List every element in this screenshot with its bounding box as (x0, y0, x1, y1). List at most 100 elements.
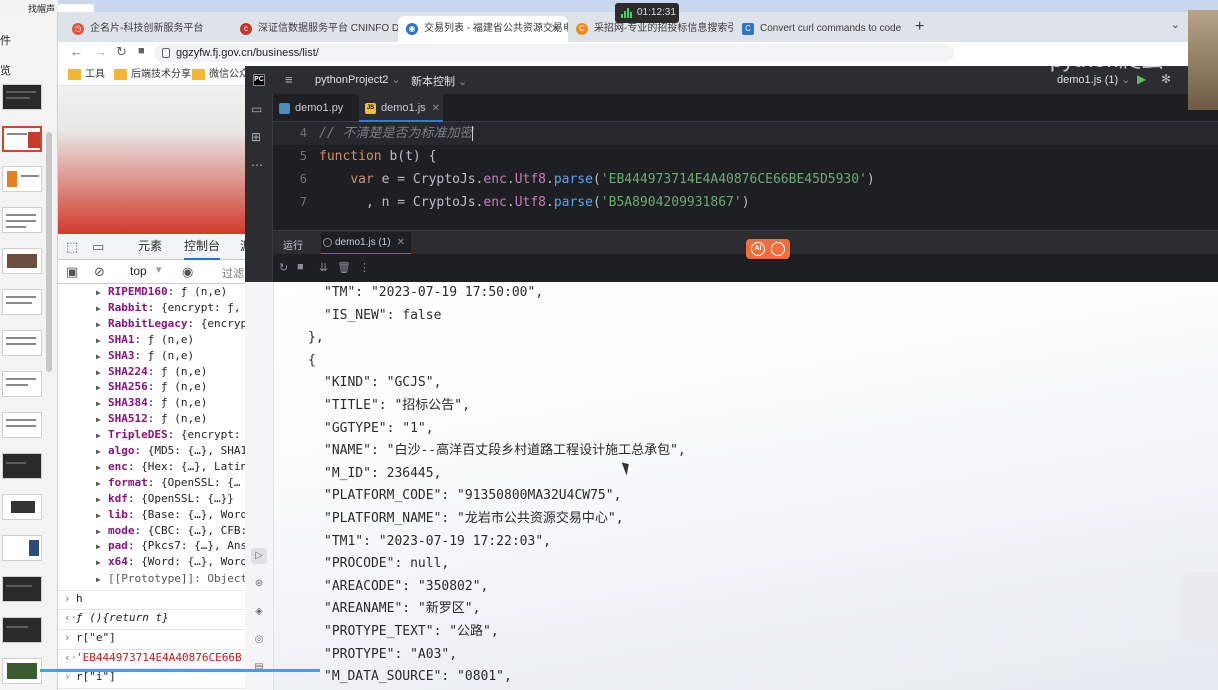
console-object-property[interactable]: ▶ x64: {Word: {…}, Word (96, 554, 247, 570)
clear-console-icon[interactable]: ⊘ (94, 264, 105, 280)
slide-thumbnail[interactable] (2, 207, 42, 233)
slide-thumbnail[interactable] (2, 248, 42, 274)
close-tab-icon[interactable]: ✕ (432, 103, 440, 114)
background-window-tab-2[interactable] (58, 4, 94, 12)
run-console-output[interactable]: "TM": "2023-07-19 17:50:00", "IS_NEW": fa… (274, 282, 1218, 690)
console-object-property[interactable]: ▶ lib: {Base: {…}, Word (96, 507, 247, 523)
bookmark-folder[interactable]: 工具 (68, 67, 105, 83)
slide-thumbnail[interactable] (2, 576, 42, 602)
slide-thumbnail-selected[interactable] (2, 126, 42, 152)
console-object-property[interactable]: ▶ kdf: {OpenSSL: {…}} (96, 491, 234, 507)
console-object-property[interactable]: ▶ Rabbit: {encrypt: ƒ, d (96, 300, 254, 316)
slide-thumbnail[interactable] (2, 289, 42, 315)
console-object-property[interactable]: ▶ enc: {Hex: {…}, Latin (96, 459, 247, 475)
console-object-property[interactable]: ▶ pad: {Pkcs7: {…}, Ans (96, 538, 247, 554)
project-selector[interactable]: pythonProject2 ⌄ (315, 73, 401, 86)
structure-icon[interactable]: ⊞ (251, 130, 261, 144)
more-icon[interactable]: ⋯ (251, 158, 263, 172)
main-menu-icon[interactable]: ≡ (285, 72, 293, 87)
console-object-property[interactable]: ▶ algo: {MD5: {…}, SHA1 (96, 443, 247, 459)
thumbnails-scrollbar[interactable] (46, 132, 52, 372)
console-object-property[interactable]: ▶ SHA224: ƒ (n,e) (96, 364, 207, 380)
expand-arrow-icon[interactable]: ▶ (96, 333, 108, 349)
console-object-property[interactable]: ▶ SHA256: ƒ (n,e) (96, 379, 207, 395)
tab-elements[interactable]: 元素 (138, 234, 162, 258)
expand-arrow-icon[interactable]: ▶ (96, 285, 108, 301)
layers-icon[interactable]: ◈ (251, 604, 267, 620)
folder-icon[interactable]: ▭ (251, 102, 262, 116)
browser-tab[interactable]: C Convert curl commands to code (734, 16, 904, 42)
trash-icon[interactable]: 🗑 (337, 261, 351, 274)
console-object-property[interactable]: ▶ format: {OpenSSL: {… (96, 475, 240, 491)
close-tab-icon[interactable]: ✕ (397, 237, 405, 248)
console-input[interactable]: › r["e"] (64, 630, 116, 646)
expand-arrow-icon[interactable]: ▶ (96, 428, 108, 444)
expand-arrow-icon[interactable]: ▶ (96, 539, 108, 555)
browser-tab[interactable]: ◷ 企名片-科技创新服务平台 (64, 16, 230, 42)
run-config-selector[interactable]: demo1.js (1) ⌄ (1057, 73, 1130, 86)
python-packages-icon[interactable]: ⊛ (251, 576, 267, 592)
tab-search-chevron-icon[interactable]: ⌄ (1171, 18, 1180, 31)
console-object-property[interactable]: ▶ RIPEMD160: ƒ (n,e) (96, 284, 227, 300)
slide-thumbnail[interactable] (2, 453, 42, 479)
slide-thumbnail[interactable] (2, 494, 42, 520)
expand-arrow-icon[interactable]: ▶ (96, 365, 108, 381)
video-progress-bar[interactable] (40, 669, 320, 672)
console-object-property[interactable]: ▶ mode: {CBC: {…}, CFB: (96, 523, 247, 539)
console-object-property[interactable]: ▶ RabbitLegacy: {encrypt (96, 316, 254, 332)
rerun-icon[interactable]: ↻ (279, 261, 288, 274)
search-icon[interactable] (771, 242, 785, 256)
slide-thumbnail[interactable] (2, 412, 42, 438)
more-options-icon[interactable]: ⋮ (359, 261, 370, 274)
expand-arrow-icon[interactable]: ▶ (96, 555, 108, 571)
console-object-property[interactable]: ▶ SHA3: ƒ (n,e) (96, 348, 194, 364)
expand-arrow-icon[interactable]: ▶ (96, 492, 108, 508)
expand-arrow-icon[interactable]: ▶ (96, 508, 108, 524)
console-object-property[interactable]: ▶ TripleDES: {encrypt: ƒ (96, 427, 254, 443)
expand-arrow-icon[interactable]: ▶ (96, 444, 108, 460)
device-toolbar-icon[interactable]: ▭ (92, 239, 104, 255)
filter-input[interactable]: 过滤 (222, 265, 244, 281)
services-icon[interactable]: ◎ (251, 632, 267, 648)
expand-arrow-icon[interactable]: ▶ (96, 396, 108, 412)
expand-arrow-icon[interactable]: ▶ (96, 412, 108, 428)
console-prototype[interactable]: ▶ [[Prototype]]: Object (96, 571, 247, 587)
console-object-property[interactable]: ▶ SHA384: ƒ (n,e) (96, 395, 207, 411)
run-button[interactable]: ▶ (1137, 72, 1146, 86)
new-tab-button[interactable]: + (915, 18, 924, 36)
expand-arrow-icon[interactable]: ▶ (96, 317, 108, 333)
tab-console[interactable]: 控制台 (184, 234, 221, 260)
sidebar-toggle-icon[interactable]: ▣ (66, 264, 78, 280)
address-bar[interactable]: ggzyfw.fj.gov.cn/business/list/ (154, 44, 954, 62)
close-tab-icon[interactable]: ✕ (551, 16, 560, 42)
slide-thumbnail[interactable] (2, 166, 42, 192)
slide-thumbnail[interactable] (2, 84, 42, 110)
debug-icon[interactable]: ✻ (1161, 72, 1171, 86)
console-object-property[interactable]: ▶ SHA512: ƒ (n,e) (96, 411, 207, 427)
bookmark-folder[interactable]: 后端技术分享 (114, 67, 191, 83)
bookmark-icon[interactable]: ■ (138, 45, 145, 57)
code-editor[interactable]: 4 // 不清楚是否为标准加密 5 function b(t) { 6 var … (273, 122, 1218, 212)
expand-arrow-icon[interactable]: ▶ (96, 301, 108, 317)
inspect-icon[interactable]: ⬚ (66, 239, 78, 255)
slide-thumbnail[interactable] (2, 617, 42, 643)
back-button[interactable]: ← (70, 44, 83, 59)
editor-tab-demo1-js[interactable]: JS demo1.js ✕ (359, 94, 443, 122)
expand-arrow-icon[interactable]: ▶ (96, 460, 108, 476)
expand-arrow-icon[interactable]: ▶ (96, 349, 108, 365)
run-panel-icon[interactable]: ▷ (251, 548, 267, 564)
console-input[interactable]: › h (64, 591, 83, 607)
reload-button[interactable]: ↻ (116, 44, 127, 60)
bookmark-folder[interactable]: 微信公众 (192, 67, 249, 83)
dropdown-icon[interactable]: ▾ (156, 263, 162, 276)
ai-assistant-widget[interactable]: AI (746, 239, 790, 259)
slide-thumbnail[interactable] (2, 330, 42, 356)
forward-button[interactable]: → (94, 44, 107, 59)
browser-tab[interactable]: c 深证信数据服务平台 CNINFO Data S (232, 16, 398, 42)
expand-arrow-icon[interactable]: ▶ (96, 524, 108, 540)
terminal-icon[interactable]: ▤ (251, 660, 267, 676)
expand-arrow-icon[interactable]: ▶ (96, 380, 108, 396)
slide-thumbnail[interactable] (2, 658, 42, 684)
console-result[interactable]: ‹·ƒ (){return t} (64, 610, 169, 626)
run-tab[interactable]: demo1.js (1) ✕ (321, 232, 411, 255)
